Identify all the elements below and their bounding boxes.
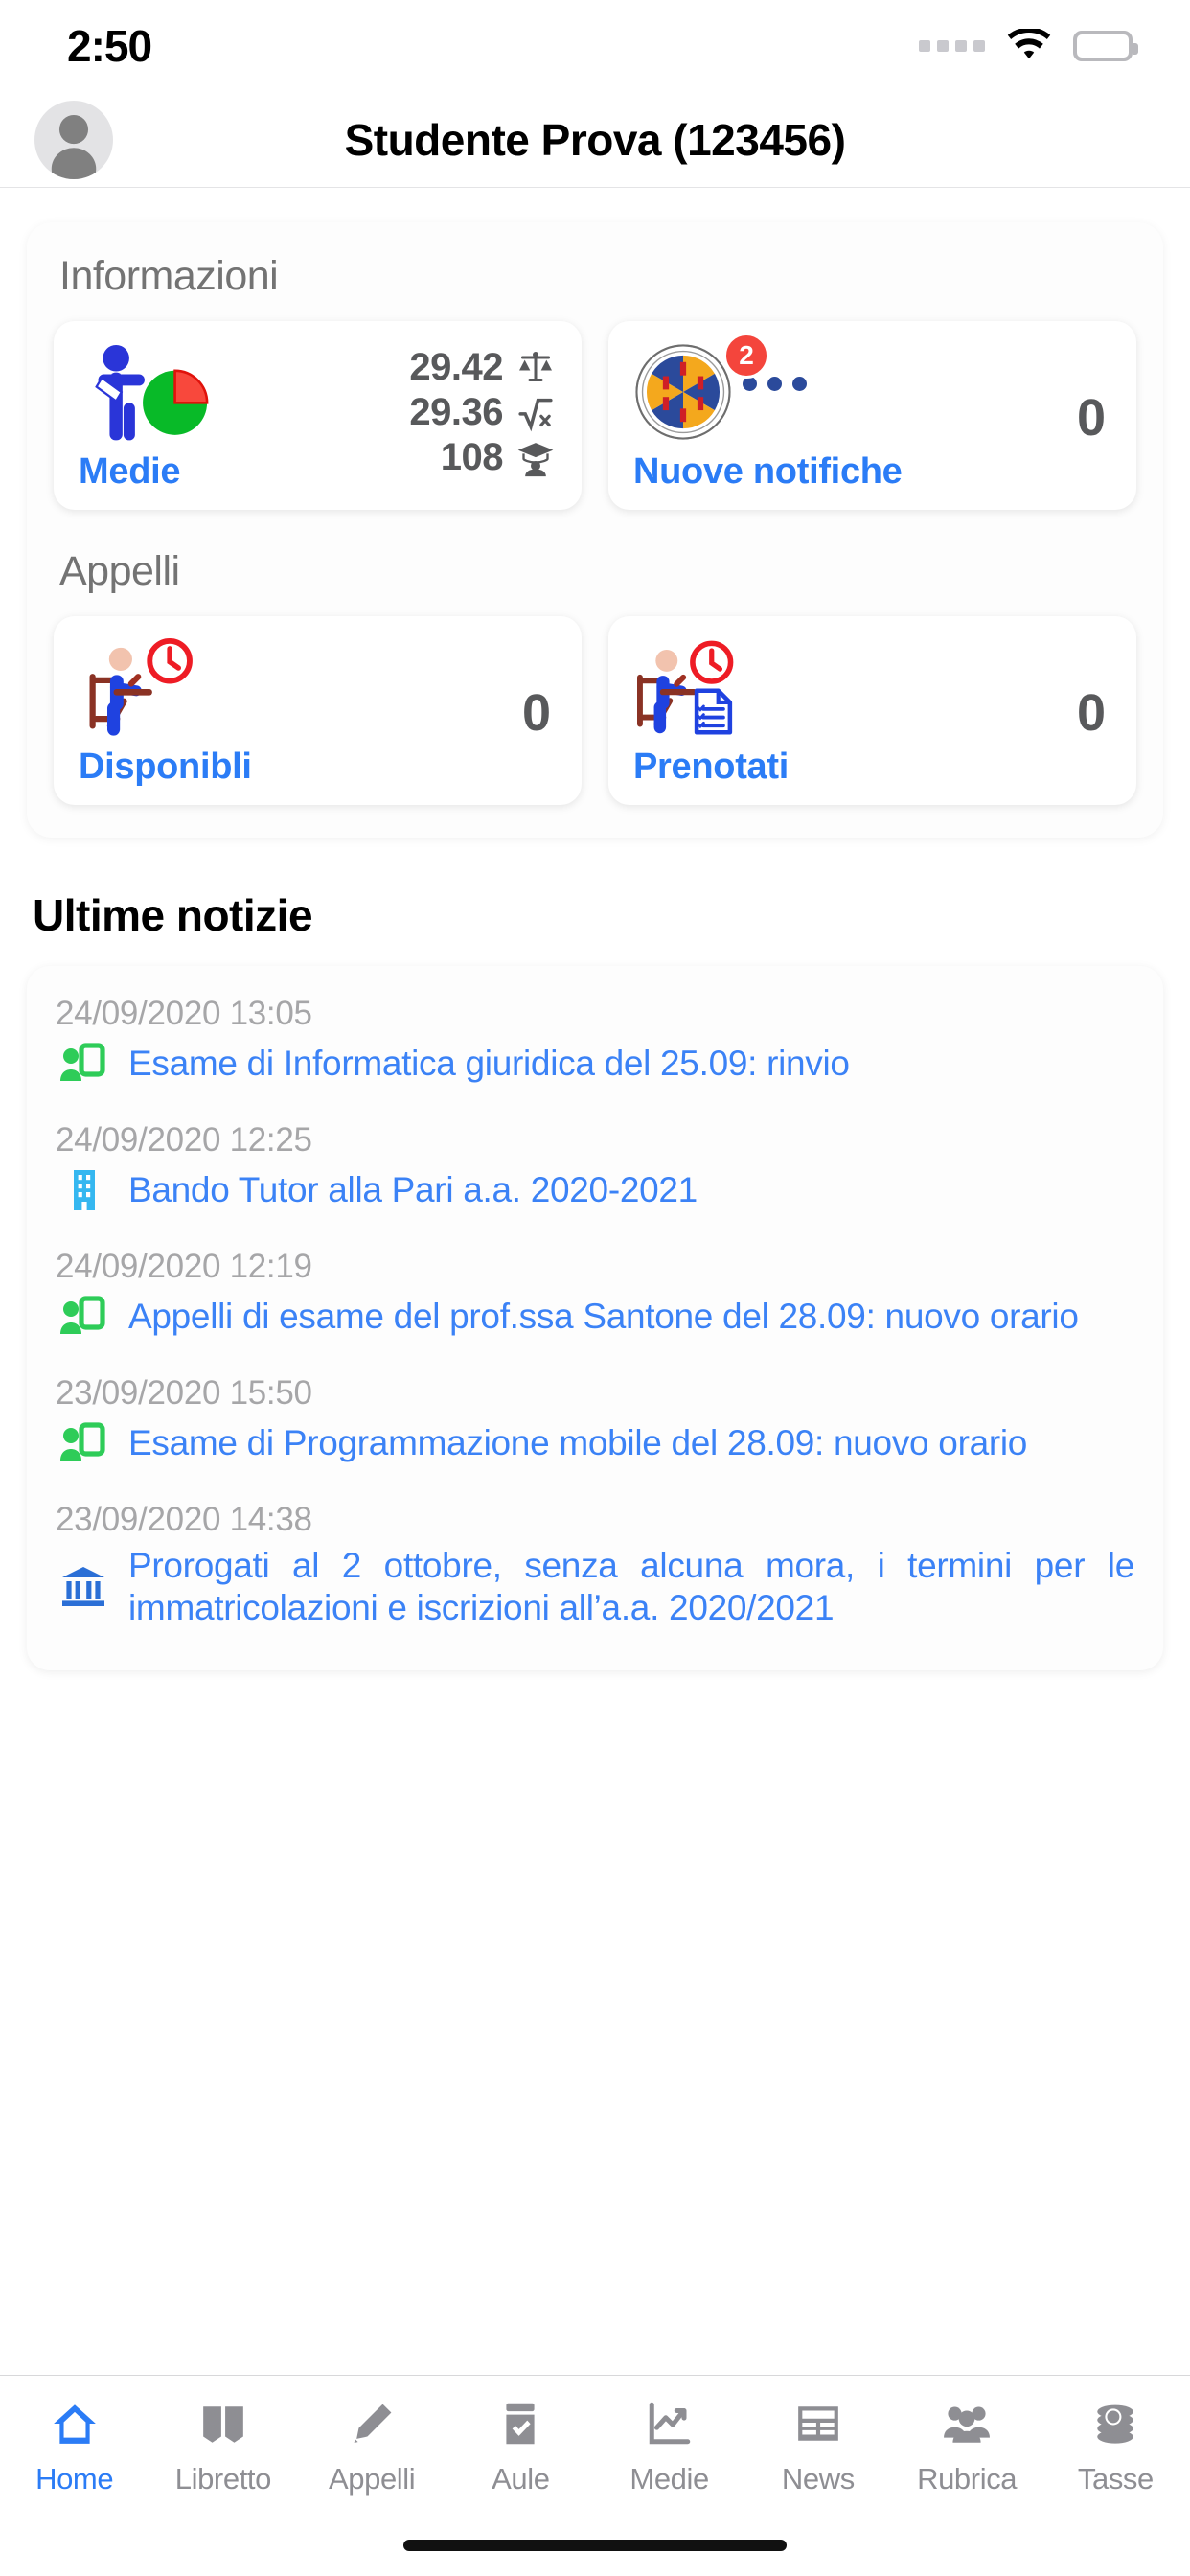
wifi-icon — [1006, 27, 1052, 63]
tab-appelli[interactable]: Appelli — [298, 2397, 446, 2496]
university-crest-icon: 2 — [633, 333, 769, 447]
tab-news[interactable]: News — [744, 2397, 892, 2496]
tab-rubrica[interactable]: Rubrica — [893, 2397, 1041, 2496]
main-content: Informazioni Medie 29.42 29.36 108 2 Nuo… — [0, 188, 1190, 2379]
pencil-icon — [348, 2397, 396, 2450]
tab-label: News — [781, 2462, 855, 2496]
appelli-cards: Disponibli 0 Prenotati 0 — [54, 616, 1136, 805]
news-heading: Ultime notizie — [33, 890, 313, 940]
home-icon — [51, 2397, 99, 2450]
stat-weighted-average: 29.42 — [409, 346, 557, 389]
book-icon — [199, 2397, 247, 2450]
tab-libretto[interactable]: Libretto — [149, 2397, 297, 2496]
news-list: 24/09/2020 13:05 Esame di Informatica gi… — [27, 966, 1163, 1671]
stat-value: 108 — [440, 436, 504, 478]
presentation-green-icon — [56, 1039, 111, 1089]
signal-dots-icon — [919, 40, 985, 52]
avatar[interactable] — [34, 100, 113, 179]
informazioni-cards: Medie 29.42 29.36 108 2 Nuove notifiche … — [54, 321, 1136, 510]
appelli-prenotati-count: 0 — [1076, 683, 1106, 742]
nuove-notifiche-count: 0 — [1076, 388, 1106, 447]
tab-medie[interactable]: Medie — [595, 2397, 744, 2496]
home-indicator[interactable] — [403, 2540, 787, 2551]
page-title: Studente Prova (123456) — [344, 114, 846, 165]
people-icon — [943, 2397, 991, 2450]
tab-label: Libretto — [174, 2462, 272, 2496]
news-date: 24/09/2020 13:05 — [56, 995, 312, 1032]
appelli-prenotati-card[interactable]: Prenotati 0 — [608, 616, 1136, 805]
appelli-prenotati-label: Prenotati — [633, 747, 789, 787]
news-title[interactable]: Esame di Informatica giuridica del 25.09… — [128, 1043, 1134, 1085]
nuove-notifiche-label: Nuove notifiche — [633, 451, 903, 492]
graduation-cap-icon — [515, 437, 557, 479]
student-desk-clock-document-icon — [633, 637, 789, 741]
status-bar: 2:50 — [0, 0, 1190, 92]
balance-scale-icon — [515, 347, 557, 389]
chart-line-icon — [646, 2397, 694, 2450]
tab-aule[interactable]: Aule — [446, 2397, 595, 2496]
list-item[interactable]: 24/09/2020 12:25 Bando Tutor alla Pari a… — [56, 1121, 1134, 1215]
list-item[interactable]: 24/09/2020 12:19 Appelli di esame del pr… — [56, 1248, 1134, 1342]
list-item[interactable]: 23/09/2020 14:38 Prorogati al 2 ottobre,… — [56, 1501, 1134, 1628]
medie-card[interactable]: Medie 29.42 29.36 108 — [54, 321, 582, 510]
appelli-disponibili-label: Disponibli — [79, 747, 252, 787]
notification-badge: 2 — [723, 333, 769, 379]
stat-value: 29.36 — [409, 391, 503, 433]
news-date: 24/09/2020 12:25 — [56, 1121, 312, 1159]
student-desk-clock-icon — [79, 637, 252, 741]
news-title[interactable]: Bando Tutor alla Pari a.a. 2020-2021 — [128, 1169, 1134, 1211]
tab-label: Aule — [492, 2462, 550, 2496]
informazioni-section-title: Informazioni — [59, 253, 279, 299]
news-title[interactable]: Appelli di esame del prof.ssa Santone de… — [128, 1296, 1134, 1338]
medie-stats: 29.42 29.36 108 — [409, 342, 557, 479]
appelli-disponibili-card[interactable]: Disponibli 0 — [54, 616, 582, 805]
appelli-section-title: Appelli — [59, 548, 180, 594]
medie-card-label: Medie — [79, 451, 181, 492]
tab-label: Tasse — [1077, 2462, 1154, 2496]
coins-icon — [1091, 2397, 1139, 2450]
tab-label: Appelli — [328, 2462, 416, 2496]
door-check-icon — [496, 2397, 544, 2450]
stat-arithmetic-mean: 29.36 — [409, 391, 557, 434]
avatar-placeholder-icon — [51, 114, 97, 179]
newspaper-icon — [794, 2397, 842, 2450]
appelli-disponibili-count: 0 — [521, 683, 551, 742]
news-title[interactable]: Esame di Programmazione mobile del 28.09… — [128, 1422, 1134, 1464]
list-item[interactable]: 23/09/2020 15:50 Esame di Programmazione… — [56, 1374, 1134, 1468]
stat-graduation-score: 108 — [409, 436, 557, 479]
nuove-notifiche-card[interactable]: 2 Nuove notifiche 0 — [608, 321, 1136, 510]
bank-columns-icon — [56, 1562, 111, 1612]
tab-home[interactable]: Home — [0, 2397, 149, 2496]
tab-tasse[interactable]: Tasse — [1041, 2397, 1190, 2496]
news-date: 24/09/2020 12:19 — [56, 1248, 312, 1285]
typing-dots-icon — [743, 377, 807, 391]
tab-label: Medie — [629, 2462, 709, 2496]
presentation-green-icon — [56, 1418, 111, 1468]
status-time: 2:50 — [67, 21, 152, 71]
tab-label: Home — [35, 2462, 114, 2496]
app-header: Studente Prova (123456) — [0, 92, 1190, 188]
list-item[interactable]: 24/09/2020 13:05 Esame di Informatica gi… — [56, 995, 1134, 1089]
status-indicators — [919, 27, 1138, 63]
news-date: 23/09/2020 15:50 — [56, 1374, 312, 1412]
building-blue-icon — [56, 1165, 111, 1215]
informazioni-panel: Informazioni Medie 29.42 29.36 108 2 Nuo… — [27, 222, 1163, 838]
tab-label: Rubrica — [917, 2462, 1018, 2496]
bottom-tab-bar: Home Libretto Appelli Aule Medie News Ru… — [0, 2375, 1190, 2576]
presentation-green-icon — [56, 1292, 111, 1342]
battery-full-icon — [1073, 31, 1138, 61]
news-title[interactable]: Prorogati al 2 ottobre, senza alcuna mor… — [128, 1545, 1134, 1628]
stat-value: 29.42 — [409, 346, 503, 388]
square-root-icon — [515, 392, 557, 434]
student-piechart-icon — [79, 342, 261, 446]
news-date: 23/09/2020 14:38 — [56, 1501, 312, 1538]
